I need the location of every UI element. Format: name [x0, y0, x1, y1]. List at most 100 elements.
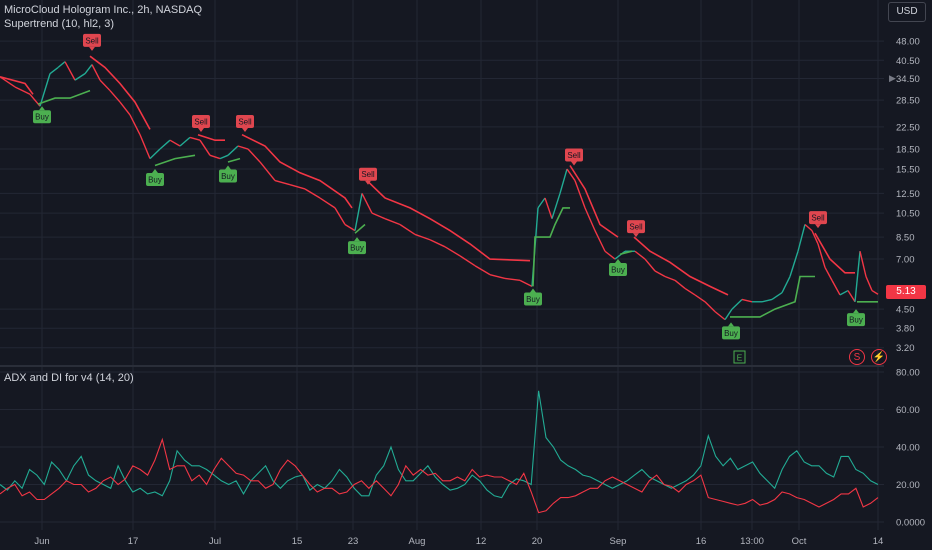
price-tick-label: 15.50 [896, 165, 920, 176]
price-segment [684, 287, 696, 296]
price-segment [731, 298, 743, 310]
earnings-marker[interactable]: E [733, 350, 746, 364]
sell-signal-label: Sell [627, 220, 645, 238]
buy-signal-text: Buy [849, 316, 863, 325]
buy-signal-text: Buy [611, 266, 625, 275]
supertrend-up [154, 154, 196, 167]
price-tick-label: 7.00 [896, 255, 915, 266]
price-segment [489, 273, 506, 280]
buy-signal-pointer [39, 106, 45, 111]
price-tick-label: 8.50 [896, 233, 915, 244]
adx-axis[interactable]: 80.00 60.00 40.00 20.00 0.0000 [896, 368, 925, 529]
time-tick-label: Jul [209, 536, 221, 547]
sell-signal-text: Sell [85, 36, 99, 45]
price-segment [559, 168, 568, 194]
price-segment [741, 298, 753, 303]
sell-signal-text: Sell [238, 118, 252, 127]
last-price-label: 5.13 [886, 285, 926, 299]
earnings-text: E [737, 353, 743, 363]
time-tick-label: Jun [34, 536, 49, 547]
price-segment [49, 66, 59, 75]
price-segment [574, 180, 586, 209]
time-tick-label: 16 [696, 536, 707, 547]
adx-tick-label: 20.00 [896, 480, 920, 491]
price-tick-label: 4.50 [896, 305, 915, 316]
price-segment [384, 218, 401, 226]
price-segment [334, 207, 346, 225]
price-tick-label: 34.50 [896, 74, 920, 85]
price-segment [537, 197, 546, 209]
price-segment [247, 148, 261, 163]
time-tick-label: Oct [792, 536, 807, 547]
price-tick-label: 3.20 [896, 343, 915, 354]
sell-signal-text: Sell [361, 170, 375, 179]
adx-series-line [0, 390, 879, 499]
buy-signal-text: Buy [350, 244, 364, 253]
buy-signal-text: Buy [724, 329, 738, 338]
buy-signal-text: Buy [35, 113, 49, 122]
adx-tick-label: 60.00 [896, 405, 920, 416]
price-segment [724, 308, 733, 321]
buy-signal-label: Buy [219, 165, 237, 183]
price-segment [824, 267, 833, 281]
price-segment [847, 290, 856, 303]
price-segment [859, 251, 867, 277]
price-tick-label: 22.50 [896, 122, 920, 133]
price-tick-label: 40.50 [896, 56, 920, 67]
price-segment [274, 179, 291, 186]
price-segment [704, 301, 716, 313]
sell-signal-text: Sell [194, 118, 208, 127]
buy-signal-pointer [530, 288, 536, 293]
symbol-title: MicroCloud Hologram Inc., 2h, NASDAQ [4, 4, 203, 16]
buy-signal-label: Buy [33, 106, 51, 124]
price-segment [361, 193, 373, 214]
price-axis[interactable]: 48.00 40.50 34.50 28.50 22.50 18.50 15.50 12.50… [896, 37, 920, 355]
price-segment [399, 223, 416, 236]
price-segment [789, 251, 799, 277]
price-segment [91, 64, 101, 81]
price-tick-label: 48.00 [896, 37, 920, 48]
adx-tick-label: 0.0000 [896, 518, 925, 529]
price-segment [804, 223, 813, 232]
adx-tick-label: 40.00 [896, 443, 920, 454]
sell-signal-text: Sell [811, 214, 825, 223]
adx-legend[interactable]: ADX and DI for v4 (14, 20) [4, 372, 134, 384]
time-axis[interactable]: Jun 17 Jul 15 23 Aug 12 20 Sep 16 13:00 Oct 14 [34, 536, 883, 547]
price-segment [714, 311, 726, 321]
buy-signal-pointer [225, 165, 231, 170]
chevron-right-icon[interactable]: ▶ [889, 73, 896, 84]
price-segment [371, 212, 386, 220]
currency-button[interactable]: USD [888, 2, 926, 22]
dividend-event-icon[interactable]: ⚡ [871, 349, 887, 365]
chart-canvas[interactable]: Sell Sell Sell Sell Sell Sell Sell Buy Buy Buy Buy… [0, 0, 932, 550]
buy-signal-label: Buy [847, 309, 865, 327]
price-tick-label: 10.50 [896, 209, 920, 220]
supertrend-down [569, 165, 619, 238]
time-tick-label: 13:00 [740, 536, 764, 547]
buy-signal-text: Buy [526, 295, 540, 304]
price-segment [459, 255, 476, 267]
price-segment [159, 139, 171, 150]
price-segment [504, 277, 521, 282]
supertrend-up [730, 275, 815, 318]
sell-signal-label: Sell [236, 115, 254, 133]
signal-labels: Sell Sell Sell Sell Sell Sell Sell Buy Buy Buy Buy… [33, 33, 865, 340]
price-segment [259, 161, 276, 182]
buy-signal-pointer [853, 309, 859, 314]
price-segment [594, 230, 606, 252]
price-tick-label: 28.50 [896, 96, 920, 107]
supertrend-legend[interactable]: Supertrend (10, hl2, 3) [4, 18, 114, 30]
supertrend-up [227, 157, 241, 163]
sell-signal-label: Sell [83, 33, 101, 51]
sell-signal-pointer [571, 161, 577, 166]
price-segment [219, 154, 229, 160]
split-event-icon[interactable]: S [849, 349, 865, 365]
price-segment [664, 275, 676, 282]
price-tick-label: 12.50 [896, 189, 920, 200]
price-segment [614, 250, 626, 260]
buy-signal-label: Buy [524, 288, 542, 306]
price-segment [781, 276, 791, 294]
price-segment [519, 279, 533, 287]
buy-signal-pointer [152, 169, 158, 174]
sell-signal-label: Sell [192, 115, 210, 133]
